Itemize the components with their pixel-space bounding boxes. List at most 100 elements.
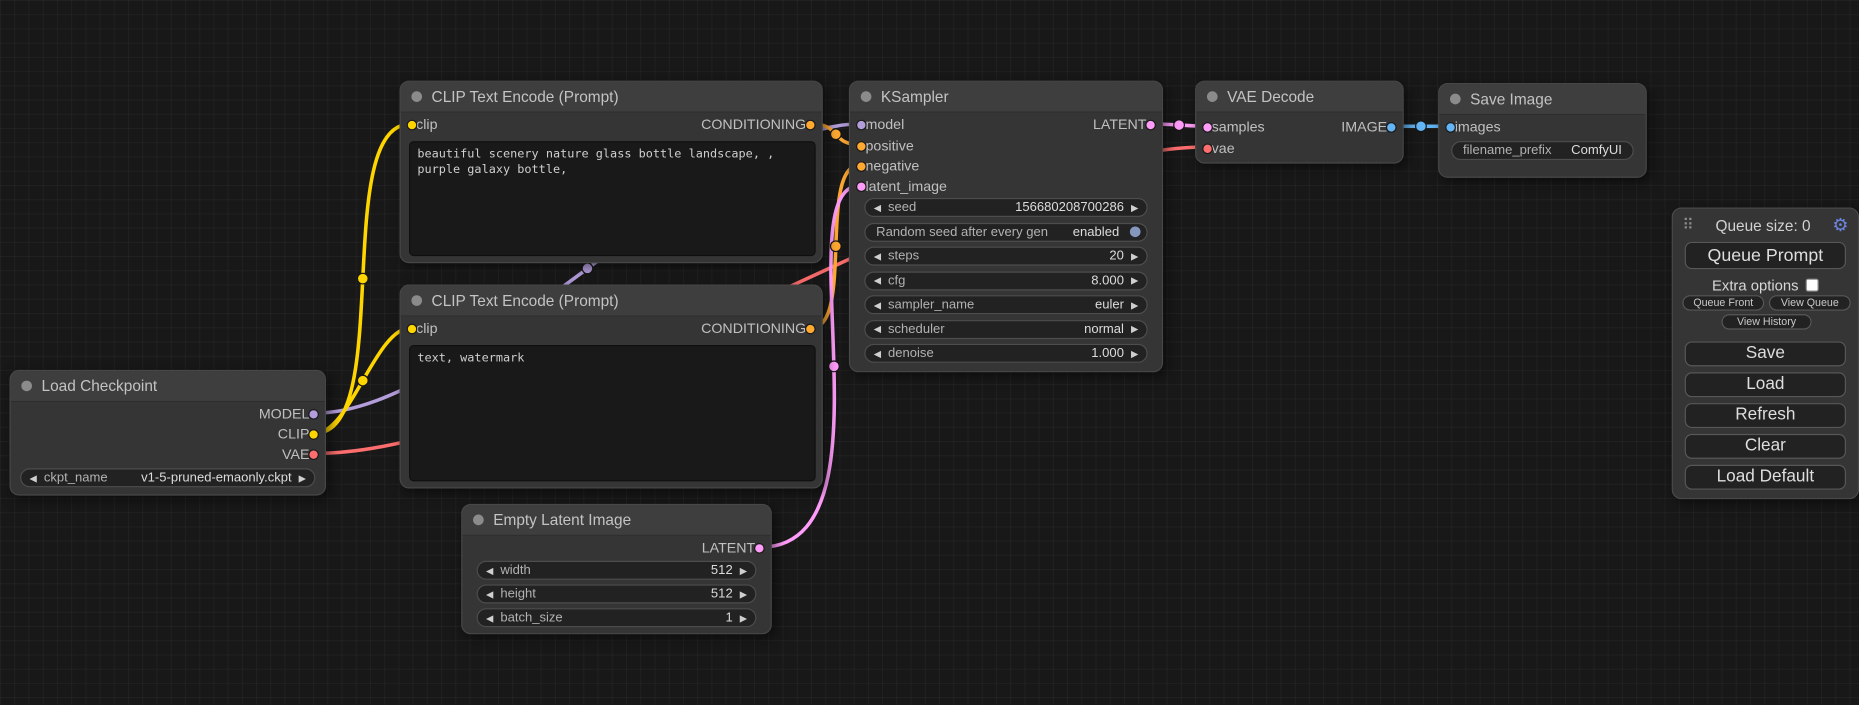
collapse-dot-icon[interactable]	[1450, 94, 1461, 105]
images-input-port[interactable]	[1445, 122, 1456, 133]
increment-icon[interactable]	[737, 561, 749, 579]
link-midpoint-dot	[829, 361, 840, 372]
vae-output-label: VAE	[26, 445, 309, 465]
denoise-widget[interactable]: denoise 1.000	[864, 344, 1147, 363]
widget-value: 1.000	[934, 346, 1124, 360]
extra-options-row: Extra options	[1673, 276, 1858, 294]
decrement-icon[interactable]	[484, 585, 496, 603]
negative-input-port[interactable]	[856, 161, 867, 172]
filename-prefix-widget[interactable]: filename_prefix ComfyUI	[1451, 141, 1634, 160]
increment-icon[interactable]	[1129, 344, 1141, 362]
next-value-icon[interactable]	[1129, 296, 1141, 314]
node-graph-canvas[interactable]: Load Checkpoint MODEL CLIP VAE ckpt_name…	[0, 0, 1859, 705]
node-title-bar[interactable]: Load Checkpoint	[11, 371, 325, 402]
increment-icon[interactable]	[1129, 272, 1141, 290]
view-queue-button[interactable]: View Queue	[1769, 295, 1851, 310]
node-clip-text-encode-negative[interactable]: CLIP Text Encode (Prompt) clip CONDITION…	[400, 285, 823, 489]
model-output-port[interactable]	[308, 409, 319, 420]
batch-size-widget[interactable]: batch_size 1	[477, 608, 757, 627]
latent-output-port[interactable]	[1145, 120, 1156, 131]
decrement-icon[interactable]	[871, 344, 883, 362]
node-ksampler[interactable]: KSampler model LATENT positive negative …	[849, 81, 1163, 373]
decrement-icon[interactable]	[871, 272, 883, 290]
save-button[interactable]: Save	[1685, 341, 1846, 366]
vae-input-port[interactable]	[1202, 143, 1213, 154]
width-widget[interactable]: width 512	[477, 561, 757, 580]
clear-button[interactable]: Clear	[1685, 434, 1846, 459]
scheduler-widget[interactable]: scheduler normal	[864, 320, 1147, 339]
widget-value: ComfyUI	[1551, 143, 1621, 157]
cfg-widget[interactable]: cfg 8.000	[864, 271, 1147, 290]
next-value-icon[interactable]	[1129, 320, 1141, 338]
queue-front-button[interactable]: Queue Front	[1682, 295, 1764, 310]
prev-value-icon[interactable]	[871, 320, 883, 338]
queue-panel[interactable]: Queue size: 0 Queue Prompt Extra options…	[1672, 207, 1859, 499]
toggle-label: Random seed after every gen	[876, 225, 1048, 239]
increment-icon[interactable]	[1129, 247, 1141, 265]
conditioning-output-port[interactable]	[805, 324, 816, 335]
collapse-dot-icon[interactable]	[473, 515, 484, 526]
latent-output-port[interactable]	[754, 543, 765, 554]
positive-prompt-textarea[interactable]: beautiful scenery nature glass bottle la…	[409, 141, 816, 256]
widget-label: height	[500, 587, 536, 601]
steps-widget[interactable]: steps 20	[864, 247, 1147, 266]
next-value-icon[interactable]	[296, 469, 308, 487]
decrement-icon[interactable]	[871, 247, 883, 265]
height-widget[interactable]: height 512	[477, 585, 757, 604]
decrement-icon[interactable]	[871, 199, 883, 217]
increment-icon[interactable]	[737, 609, 749, 627]
widget-value: 512	[531, 563, 733, 577]
link-midpoint-dot	[831, 129, 842, 140]
collapse-dot-icon[interactable]	[411, 295, 422, 306]
random-seed-toggle[interactable]: Random seed after every gen enabled	[864, 222, 1147, 241]
node-empty-latent-image[interactable]: Empty Latent Image LATENT width 512 heig…	[461, 504, 772, 634]
toggle-knob-icon[interactable]	[1130, 226, 1141, 237]
image-output-port[interactable]	[1386, 122, 1397, 133]
load-button[interactable]: Load	[1685, 372, 1846, 397]
queue-prompt-button[interactable]: Queue Prompt	[1685, 242, 1846, 269]
collapse-dot-icon[interactable]	[1207, 91, 1218, 102]
ckpt-name-widget[interactable]: ckpt_name v1-5-pruned-emaonly.ckpt	[20, 468, 315, 487]
node-title-bar[interactable]: CLIP Text Encode (Prompt)	[401, 286, 822, 317]
conditioning-output-port[interactable]	[805, 120, 816, 131]
node-title-bar[interactable]: KSampler	[850, 82, 1162, 113]
node-title-bar[interactable]: VAE Decode	[1196, 82, 1402, 113]
drag-handle-icon[interactable]	[1682, 215, 1693, 236]
model-input-port[interactable]	[856, 120, 867, 131]
clip-input-port[interactable]	[407, 120, 418, 131]
collapse-dot-icon[interactable]	[861, 91, 872, 102]
node-load-checkpoint[interactable]: Load Checkpoint MODEL CLIP VAE ckpt_name…	[9, 370, 326, 496]
decrement-icon[interactable]	[484, 561, 496, 579]
negative-prompt-textarea[interactable]: text, watermark	[409, 345, 816, 481]
link-midpoint-dot	[1416, 121, 1427, 132]
latent-output-label: LATENT	[865, 115, 1146, 135]
load-default-button[interactable]: Load Default	[1685, 465, 1846, 490]
queue-size-label: Queue size: 0	[1694, 216, 1833, 234]
node-clip-text-encode-positive[interactable]: CLIP Text Encode (Prompt) clip CONDITION…	[400, 81, 823, 264]
vae-output-port[interactable]	[308, 449, 319, 460]
sampler-name-widget[interactable]: sampler_name euler	[864, 295, 1147, 314]
prev-value-icon[interactable]	[871, 296, 883, 314]
increment-icon[interactable]	[1129, 199, 1141, 217]
seed-widget[interactable]: seed 156680208700286	[864, 198, 1147, 217]
positive-input-port[interactable]	[856, 140, 867, 151]
node-vae-decode[interactable]: VAE Decode samples IMAGE vae	[1195, 81, 1404, 164]
collapse-dot-icon[interactable]	[21, 381, 32, 392]
widget-label: sampler_name	[888, 298, 974, 312]
samples-input-port[interactable]	[1202, 122, 1213, 133]
view-history-button[interactable]: View History	[1721, 314, 1811, 329]
node-title-bar[interactable]: Empty Latent Image	[462, 505, 770, 536]
prev-value-icon[interactable]	[27, 469, 39, 487]
node-title-bar[interactable]: CLIP Text Encode (Prompt)	[401, 82, 822, 113]
refresh-button[interactable]: Refresh	[1685, 403, 1846, 428]
settings-gear-icon[interactable]	[1832, 214, 1848, 237]
latent-image-input-port[interactable]	[856, 181, 867, 192]
extra-options-checkbox[interactable]	[1806, 279, 1819, 292]
clip-output-port[interactable]	[308, 429, 319, 440]
node-title-bar[interactable]: Save Image	[1439, 84, 1645, 115]
decrement-icon[interactable]	[484, 609, 496, 627]
increment-icon[interactable]	[737, 585, 749, 603]
clip-input-port[interactable]	[407, 324, 418, 335]
collapse-dot-icon[interactable]	[411, 91, 422, 102]
node-save-image[interactable]: Save Image images filename_prefix ComfyU…	[1438, 83, 1647, 178]
